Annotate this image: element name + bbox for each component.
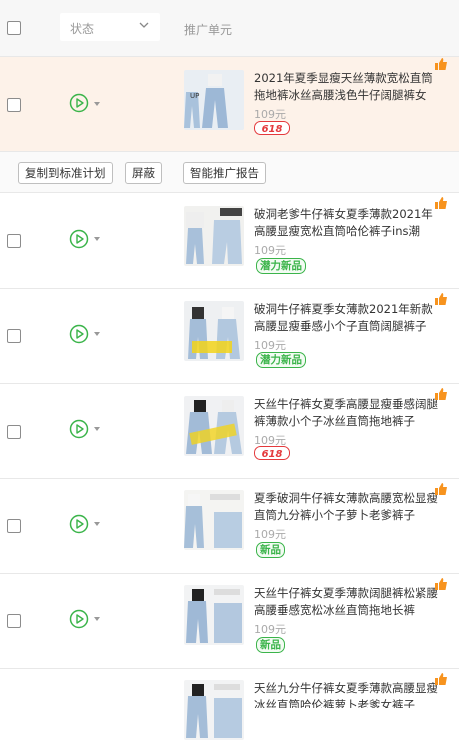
caret-down-icon[interactable]: [93, 236, 101, 242]
table-row[interactable]: 夏季破洞牛仔裤女薄款高腰宽松显瘦直筒九分裤小个子萝卜老爹裤子 109元 新品: [0, 479, 459, 574]
thumbs-up-icon: [435, 293, 447, 305]
svg-text:618: 618: [262, 124, 283, 135]
thumbs-up-icon: [435, 483, 447, 495]
thumbs-up-icon: [435, 197, 447, 209]
table-header: 状态 推广单元: [0, 0, 459, 57]
product-thumbnail: [184, 396, 244, 456]
product-thumbnail: [184, 206, 244, 266]
row-checkbox[interactable]: [7, 234, 21, 248]
status-filter-label: 状态: [70, 22, 95, 36]
table-row[interactable]: 天丝九分牛仔裤女夏季薄款高腰显瘦冰丝直筒哈伦裤萝卜老爹女裤子: [0, 669, 459, 740]
play-icon[interactable]: [69, 514, 89, 534]
caret-down-icon[interactable]: [93, 521, 101, 527]
thumbs-up-icon: [435, 673, 447, 685]
table-row[interactable]: 破洞牛仔裤夏季女薄款2021年新款高腰显瘦垂感小个子直筒阔腿裤子 109元 潜力…: [0, 289, 459, 384]
product-thumbnail: [184, 680, 244, 740]
row-checkbox[interactable]: [7, 329, 21, 343]
badge-618: 618: [254, 446, 290, 460]
svg-text:UP: UP: [190, 92, 199, 100]
product-title[interactable]: 破洞牛仔裤夏季女薄款2021年新款高腰显瘦垂感小个子直筒阔腿裤子: [254, 301, 440, 335]
unit-column-header: 推广单元: [184, 23, 233, 37]
product-thumbnail: [184, 585, 244, 645]
product-title[interactable]: 破洞老爹牛仔裤女夏季薄款2021年高腰显瘦宽松直筒哈伦裤子ins潮: [254, 206, 440, 240]
product-thumbnail: [184, 490, 244, 550]
table-row[interactable]: 破洞老爹牛仔裤女夏季薄款2021年高腰显瘦宽松直筒哈伦裤子ins潮 109元 潜…: [0, 193, 459, 289]
row-checkbox[interactable]: [7, 519, 21, 533]
thumbs-up-icon: [435, 388, 447, 400]
product-price: 109元: [254, 528, 286, 541]
block-button[interactable]: 屏蔽: [125, 162, 162, 184]
select-all-checkbox[interactable]: [7, 21, 21, 35]
product-thumbnail: UP: [184, 70, 244, 130]
caret-down-icon[interactable]: [93, 331, 101, 337]
table-row[interactable]: 天丝牛仔裤女夏季薄款阔腿裤松紧腰高腰垂感宽松冰丝直筒拖地长裤 109元 新品: [0, 574, 459, 669]
play-icon[interactable]: [69, 609, 89, 629]
product-title[interactable]: 天丝九分牛仔裤女夏季薄款高腰显瘦冰丝直筒哈伦裤萝卜老爹女裤子: [254, 680, 440, 708]
status-filter-select[interactable]: 状态: [60, 13, 160, 41]
caret-down-icon[interactable]: [93, 101, 101, 107]
product-thumbnail: [184, 301, 244, 361]
row-checkbox[interactable]: [7, 98, 21, 112]
row-checkbox[interactable]: [7, 614, 21, 628]
play-icon[interactable]: [69, 93, 89, 113]
product-price: 109元: [254, 339, 286, 352]
table-row[interactable]: UP 2021年夏季显瘦天丝薄款宽松直筒拖地裤冰丝高腰浅色牛仔阔腿裤女 109元…: [0, 57, 459, 152]
product-price: 109元: [254, 623, 286, 636]
row-checkbox[interactable]: [7, 425, 21, 439]
badge-new-product: 潜力新品: [256, 258, 306, 274]
play-icon[interactable]: [69, 229, 89, 249]
product-price: 109元: [254, 108, 286, 121]
product-title[interactable]: 天丝牛仔裤女夏季薄款阔腿裤松紧腰高腰垂感宽松冰丝直筒拖地长裤: [254, 585, 440, 619]
badge-new-product: 新品: [256, 542, 285, 558]
product-price: 109元: [254, 244, 286, 257]
caret-down-icon[interactable]: [93, 616, 101, 622]
badge-new-product: 新品: [256, 637, 285, 653]
chevron-down-icon: [139, 22, 149, 28]
table-row[interactable]: 天丝牛仔裤女夏季高腰显瘦垂感阔腿裤薄款小个子冰丝直筒拖地裤子 109元 618: [0, 384, 459, 479]
badge-new-product: 潜力新品: [256, 352, 306, 368]
product-title[interactable]: 2021年夏季显瘦天丝薄款宽松直筒拖地裤冰丝高腰浅色牛仔阔腿裤女: [254, 70, 440, 104]
badge-618: 618: [254, 121, 290, 135]
thumbs-up-icon: [435, 578, 447, 590]
caret-down-icon[interactable]: [93, 426, 101, 432]
play-icon[interactable]: [69, 324, 89, 344]
play-icon[interactable]: [69, 419, 89, 439]
thumbs-up-icon: [435, 58, 447, 70]
row-action-bar: 复制到标准计划 屏蔽 智能推广报告: [0, 152, 459, 193]
svg-text:618: 618: [262, 449, 283, 460]
product-title[interactable]: 夏季破洞牛仔裤女薄款高腰宽松显瘦直筒九分裤小个子萝卜老爹裤子: [254, 490, 440, 524]
copy-to-standard-plan-button[interactable]: 复制到标准计划: [18, 162, 113, 184]
product-title[interactable]: 天丝牛仔裤女夏季高腰显瘦垂感阔腿裤薄款小个子冰丝直筒拖地裤子: [254, 396, 440, 430]
smart-promotion-report-button[interactable]: 智能推广报告: [183, 162, 266, 184]
